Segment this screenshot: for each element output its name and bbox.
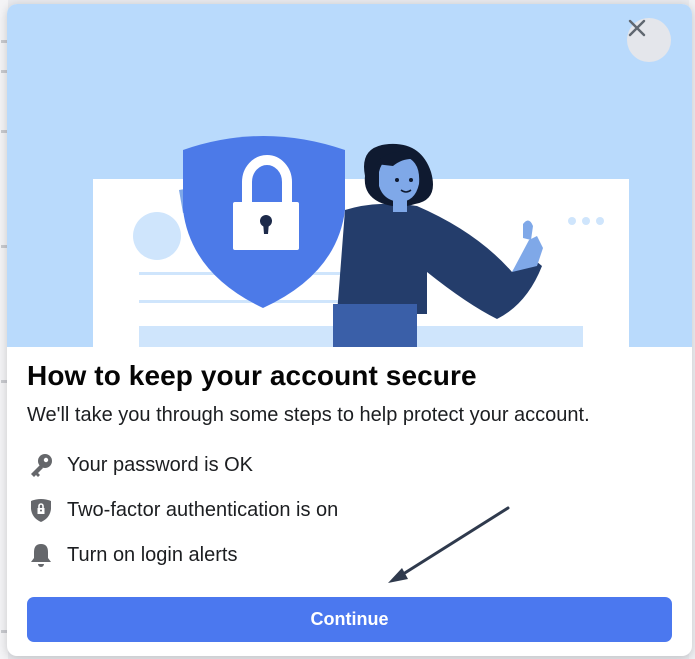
shield-lock-icon: [27, 496, 55, 524]
continue-button[interactable]: Continue: [27, 597, 672, 642]
step-password: Your password is OK: [27, 450, 253, 480]
step-password-label: Your password is OK: [67, 453, 254, 476]
step-login-alerts: Turn on login alerts: [27, 540, 237, 570]
security-checkup-dialog: How to keep your account secure We'll ta…: [7, 4, 692, 656]
step-two-factor-label: Two-factor authentication is on: [67, 498, 339, 521]
dialog-subtitle: We'll take you through some steps to hel…: [27, 404, 590, 426]
step-two-factor: Two-factor authentication is on: [27, 495, 338, 525]
key-icon: [27, 451, 55, 479]
security-illustration: [7, 4, 692, 347]
dialog-title: How to keep your account secure: [27, 360, 477, 391]
close-icon: [628, 19, 646, 37]
step-login-alerts-label: Turn on login alerts: [67, 543, 238, 566]
bell-icon: [27, 541, 55, 569]
close-button[interactable]: [627, 18, 671, 62]
